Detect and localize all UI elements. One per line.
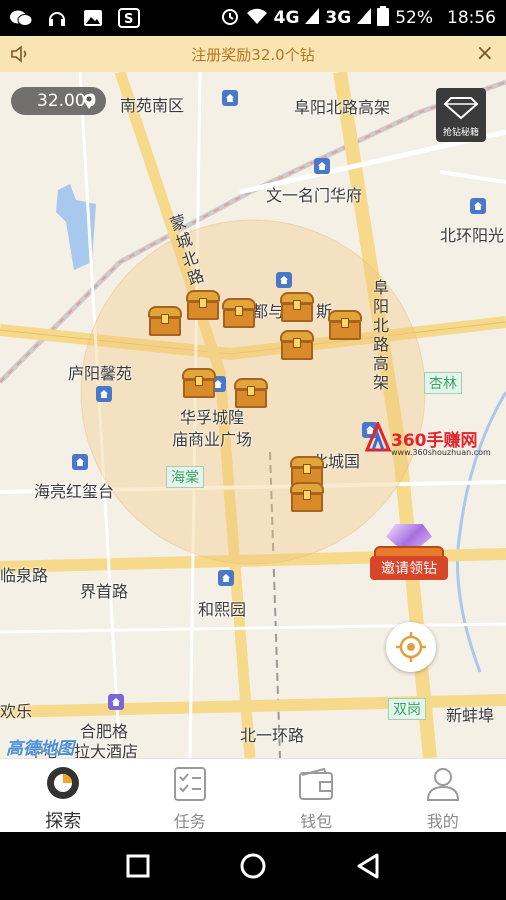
poi-icon bbox=[72, 454, 88, 470]
map-label: 阜阳北路高架 bbox=[294, 98, 391, 117]
invite-label: 邀请领钻 bbox=[370, 556, 448, 580]
map-label: 南苑南区 bbox=[120, 96, 185, 115]
watermark-logo-icon bbox=[364, 420, 392, 452]
alarm-icon bbox=[220, 6, 240, 31]
diamond-balance[interactable]: 32.000 bbox=[11, 87, 107, 115]
watermark: 360手赚网 www.360shouzhuan.com bbox=[364, 420, 505, 470]
tab-label: 探索 bbox=[45, 811, 82, 832]
watermark-url: www.360shouzhuan.com bbox=[391, 448, 491, 457]
tab-label: 钱包 bbox=[300, 812, 333, 831]
close-icon[interactable]: × bbox=[476, 41, 494, 66]
gallery-icon bbox=[82, 8, 104, 28]
hotel-icon bbox=[108, 694, 124, 710]
wallet-icon bbox=[296, 765, 336, 802]
map-label: 文一名门华府 bbox=[266, 186, 363, 205]
tab-profile[interactable]: 我的 bbox=[380, 759, 506, 832]
bottom-tab-bar: 探索 任务 钱包 我的 bbox=[0, 758, 506, 832]
treasure-chest[interactable] bbox=[280, 330, 314, 360]
map-label: 海棠 bbox=[166, 466, 204, 488]
speaker-icon bbox=[10, 45, 30, 67]
treasure-chest[interactable] bbox=[234, 378, 268, 408]
headset-icon bbox=[46, 8, 68, 28]
treasure-chest[interactable] bbox=[290, 482, 324, 512]
map-label: 欢乐 bbox=[0, 702, 33, 721]
system-nav-bar bbox=[0, 832, 506, 900]
app-screen: S 4G 3G 52% 18:56 注册奖励32.0个钻 × 32.000 抢钻… bbox=[0, 0, 506, 900]
map-label: 海亮红玺台 bbox=[34, 482, 115, 501]
location-pin-icon bbox=[82, 92, 98, 110]
tab-explore[interactable]: 探索 bbox=[0, 759, 127, 832]
wifi-icon bbox=[246, 7, 268, 30]
tab-label: 我的 bbox=[426, 812, 459, 831]
treasure-chest[interactable] bbox=[280, 292, 314, 322]
map-label: 阜阳北路高架 bbox=[372, 278, 389, 392]
map-label: 双岗 bbox=[388, 698, 426, 720]
recents-button[interactable] bbox=[118, 846, 158, 886]
map-label: 临泉路 bbox=[0, 566, 49, 585]
map-label: 庙商业广场 bbox=[172, 430, 253, 449]
map-label: 和熙园 bbox=[198, 600, 247, 619]
tab-tasks[interactable]: 任务 bbox=[127, 759, 254, 832]
map-label: 拉大酒店 bbox=[74, 742, 139, 758]
back-button[interactable] bbox=[348, 846, 388, 886]
locate-button[interactable] bbox=[386, 622, 436, 672]
treasure-chest[interactable] bbox=[328, 310, 362, 340]
battery-icon bbox=[377, 5, 390, 31]
map-label: 北一环路 bbox=[240, 726, 305, 745]
treasure-chest[interactable] bbox=[182, 368, 216, 398]
explore-icon bbox=[43, 765, 83, 801]
status-bar: S 4G 3G 52% 18:56 bbox=[0, 0, 506, 36]
wechat-icon bbox=[10, 8, 32, 28]
banner-text: 注册奖励32.0个钻 bbox=[191, 45, 315, 64]
map-label: 北环阳光 bbox=[440, 226, 505, 245]
treasure-chest[interactable] bbox=[222, 298, 256, 328]
reward-banner: 注册奖励32.0个钻 × bbox=[0, 36, 506, 72]
treasure-chest[interactable] bbox=[186, 290, 220, 320]
app-s-icon: S bbox=[118, 8, 140, 28]
network-3g: 3G bbox=[325, 8, 352, 28]
poi-icon bbox=[222, 90, 238, 106]
battery-level: 52% bbox=[395, 8, 433, 28]
home-button[interactable] bbox=[233, 846, 273, 886]
clock: 18:56 bbox=[447, 8, 496, 28]
map-label: 界首路 bbox=[80, 582, 129, 601]
svg-text:S: S bbox=[124, 12, 133, 27]
map-label: 庐阳馨苑 bbox=[68, 364, 133, 383]
diamond-tips-label: 抢钻秘籍 bbox=[442, 128, 479, 138]
invite-button[interactable]: 邀请领钻 bbox=[370, 524, 448, 594]
crosshair-icon bbox=[396, 632, 426, 662]
poi-icon bbox=[314, 158, 330, 174]
network-4g: 4G bbox=[273, 8, 300, 28]
tab-wallet[interactable]: 钱包 bbox=[253, 759, 380, 832]
treasure-chest[interactable] bbox=[148, 306, 182, 336]
poi-icon bbox=[276, 272, 292, 288]
diamond-tips-button[interactable]: 抢钻秘籍 bbox=[436, 88, 486, 142]
poi-icon bbox=[96, 386, 112, 402]
map-label: 新蚌埠 bbox=[446, 706, 495, 725]
signal-icon-2 bbox=[357, 7, 372, 29]
poi-icon bbox=[470, 198, 486, 214]
signal-icon bbox=[305, 7, 320, 29]
tasks-icon bbox=[170, 765, 210, 802]
map-label: 杏林 bbox=[424, 372, 462, 394]
gaode-logo: 高德地图 bbox=[6, 739, 74, 758]
tab-label: 任务 bbox=[173, 812, 206, 831]
profile-icon bbox=[423, 765, 463, 802]
diamond-icon bbox=[443, 97, 479, 120]
poi-icon bbox=[218, 570, 234, 586]
map-view[interactable]: 32.000 抢钻秘籍 南苑南区 阜阳北路高架 文一名门华府 北环阳光 蒙城北路… bbox=[0, 72, 506, 758]
